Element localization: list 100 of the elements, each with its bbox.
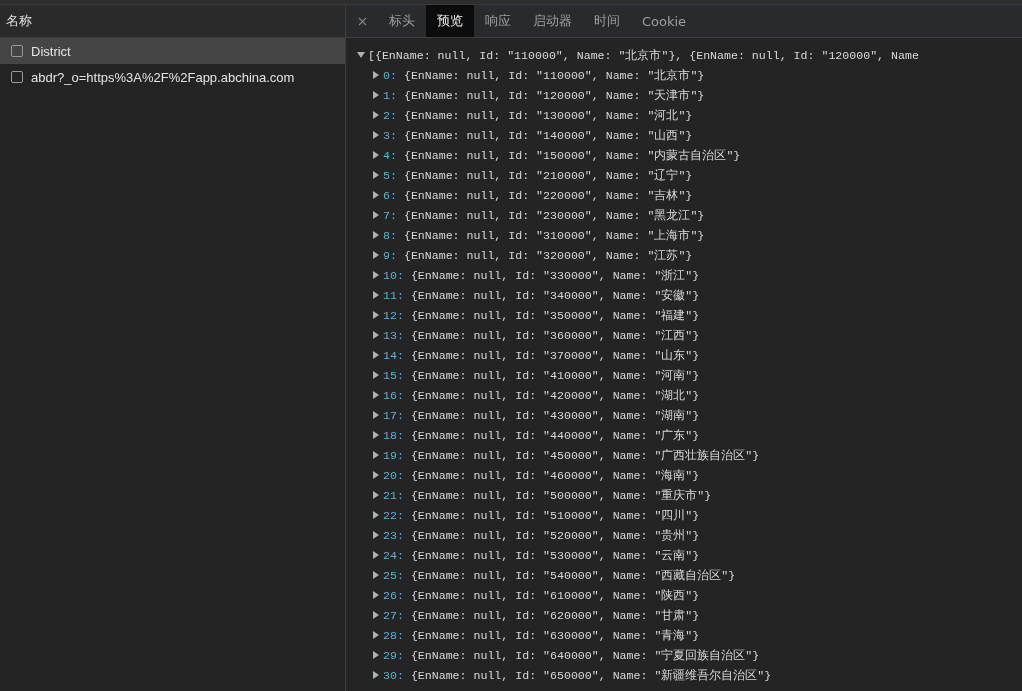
array-index: 12: <box>383 308 404 322</box>
json-line: {EnName: null, Id: "620000", Name: "甘肃"} <box>410 607 700 623</box>
triangle-icon[interactable] <box>372 351 380 359</box>
array-index: 25: <box>383 568 404 582</box>
array-index: 14: <box>383 348 404 362</box>
json-line: {EnName: null, Id: "540000", Name: "西藏自治区"} <box>410 567 736 583</box>
triangle-icon[interactable] <box>372 251 380 259</box>
triangle-icon[interactable] <box>372 431 380 439</box>
triangle-icon[interactable] <box>372 131 380 139</box>
triangle-icon[interactable] <box>372 471 380 479</box>
json-line: {EnName: null, Id: "150000", Name: "内蒙古自治区"} <box>403 147 741 163</box>
column-header: 名称 <box>6 12 32 30</box>
array-index: 18: <box>383 428 404 442</box>
triangle-icon[interactable] <box>372 491 380 499</box>
tab[interactable]: Cookie <box>631 5 698 37</box>
triangle-icon[interactable] <box>372 111 380 119</box>
array-index: 29: <box>383 648 404 662</box>
array-index: 1: <box>383 88 397 102</box>
json-line: {EnName: null, Id: "510000", Name: "四川"} <box>410 507 700 523</box>
array-index: 20: <box>383 468 404 482</box>
json-line: {EnName: null, Id: "210000", Name: "辽宁"} <box>403 167 693 183</box>
json-line: {EnName: null, Id: "230000", Name: "黑龙江"} <box>403 207 705 223</box>
triangle-icon[interactable] <box>372 651 380 659</box>
triangle-icon[interactable] <box>357 51 365 59</box>
tab[interactable]: 预览 <box>426 5 474 37</box>
checkbox-icon <box>11 45 23 57</box>
triangle-icon[interactable] <box>372 371 380 379</box>
array-index: 3: <box>383 128 397 142</box>
array-index: 23: <box>383 528 404 542</box>
close-icon[interactable] <box>358 16 367 26</box>
array-index: 15: <box>383 368 404 382</box>
array-index: 6: <box>383 188 397 202</box>
triangle-icon[interactable] <box>372 511 380 519</box>
array-index: 16: <box>383 388 404 402</box>
request-item[interactable]: District <box>0 38 345 64</box>
json-line: {EnName: null, Id: "650000", Name: "新疆维吾尔自治区"} <box>410 667 772 683</box>
tab[interactable]: 标头 <box>378 5 426 37</box>
triangle-icon[interactable] <box>372 531 380 539</box>
tab[interactable]: 响应 <box>474 5 522 37</box>
tab[interactable]: 启动器 <box>522 5 583 37</box>
triangle-icon[interactable] <box>372 271 380 279</box>
json-line: {EnName: null, Id: "130000", Name: "河北"} <box>403 107 693 123</box>
json-line: {EnName: null, Id: "460000", Name: "海南"} <box>410 467 700 483</box>
array-index: 7: <box>383 208 397 222</box>
json-line: {EnName: null, Id: "370000", Name: "山东"} <box>410 347 700 363</box>
json-line: {EnName: null, Id: "350000", Name: "福建"} <box>410 307 700 323</box>
array-index: 30: <box>383 668 404 682</box>
json-line: {EnName: null, Id: "360000", Name: "江西"} <box>410 327 700 343</box>
json-line: {EnName: null, Id: "330000", Name: "浙江"} <box>410 267 700 283</box>
triangle-icon[interactable] <box>372 391 380 399</box>
array-index: 4: <box>383 148 397 162</box>
json-line: {EnName: null, Id: "120000", Name: "天津市"} <box>403 87 705 103</box>
array-index: 24: <box>383 548 404 562</box>
json-line: {EnName: null, Id: "320000", Name: "江苏"} <box>403 247 693 263</box>
json-line: {EnName: null, Id: "110000", Name: "北京市"} <box>403 67 705 83</box>
triangle-icon[interactable] <box>372 191 380 199</box>
triangle-icon[interactable] <box>372 671 380 679</box>
triangle-icon[interactable] <box>372 171 380 179</box>
array-index: 0: <box>383 68 397 82</box>
json-line: {EnName: null, Id: "640000", Name: "宁夏回族自治区"} <box>410 647 760 663</box>
array-index: 13: <box>383 328 404 342</box>
json-line: {EnName: null, Id: "520000", Name: "贵州"} <box>410 527 700 543</box>
triangle-icon[interactable] <box>372 331 380 339</box>
triangle-icon[interactable] <box>372 571 380 579</box>
checkbox-icon <box>11 71 23 83</box>
triangle-icon[interactable] <box>372 551 380 559</box>
array-index: 5: <box>383 168 397 182</box>
triangle-icon[interactable] <box>372 411 380 419</box>
json-line: {EnName: null, Id: "410000", Name: "河南"} <box>410 367 700 383</box>
json-line: {EnName: null, Id: "630000", Name: "青海"} <box>410 627 700 643</box>
json-line: {EnName: null, Id: "610000", Name: "陕西"} <box>410 587 700 603</box>
triangle-icon[interactable] <box>372 231 380 239</box>
array-index: 19: <box>383 448 404 462</box>
json-line: {EnName: null, Id: "220000", Name: "吉林"} <box>403 187 693 203</box>
array-index: 21: <box>383 488 404 502</box>
array-index: 11: <box>383 288 404 302</box>
tab[interactable]: 时间 <box>583 5 631 37</box>
array-index: 10: <box>383 268 404 282</box>
triangle-icon[interactable] <box>372 291 380 299</box>
json-line: [{EnName: null, Id: "110000", Name: "北京市"}, {EnName: null, Id: "120000", Name <box>368 47 919 63</box>
json-line: {EnName: null, Id: "500000", Name: "重庆市"} <box>410 487 712 503</box>
request-item[interactable]: abdr?_o=https%3A%2F%2Fapp.abchina.com <box>0 64 345 90</box>
json-line: {EnName: null, Id: "430000", Name: "湖南"} <box>410 407 700 423</box>
triangle-icon[interactable] <box>372 91 380 99</box>
json-line: {EnName: null, Id: "420000", Name: "湖北"} <box>410 387 700 403</box>
triangle-icon[interactable] <box>372 211 380 219</box>
triangle-icon[interactable] <box>372 151 380 159</box>
triangle-icon[interactable] <box>372 311 380 319</box>
triangle-icon[interactable] <box>372 591 380 599</box>
json-line: {EnName: null, Id: "310000", Name: "上海市"} <box>403 227 705 243</box>
array-index: 2: <box>383 108 397 122</box>
json-line: {EnName: null, Id: "450000", Name: "广西壮族自治区"} <box>410 447 760 463</box>
triangle-icon[interactable] <box>372 71 380 79</box>
triangle-icon[interactable] <box>372 451 380 459</box>
json-line: {EnName: null, Id: "440000", Name: "广东"} <box>410 427 700 443</box>
json-line: {EnName: null, Id: "140000", Name: "山西"} <box>403 127 693 143</box>
array-index: 27: <box>383 608 404 622</box>
array-index: 9: <box>383 248 397 262</box>
triangle-icon[interactable] <box>372 631 380 639</box>
triangle-icon[interactable] <box>372 611 380 619</box>
